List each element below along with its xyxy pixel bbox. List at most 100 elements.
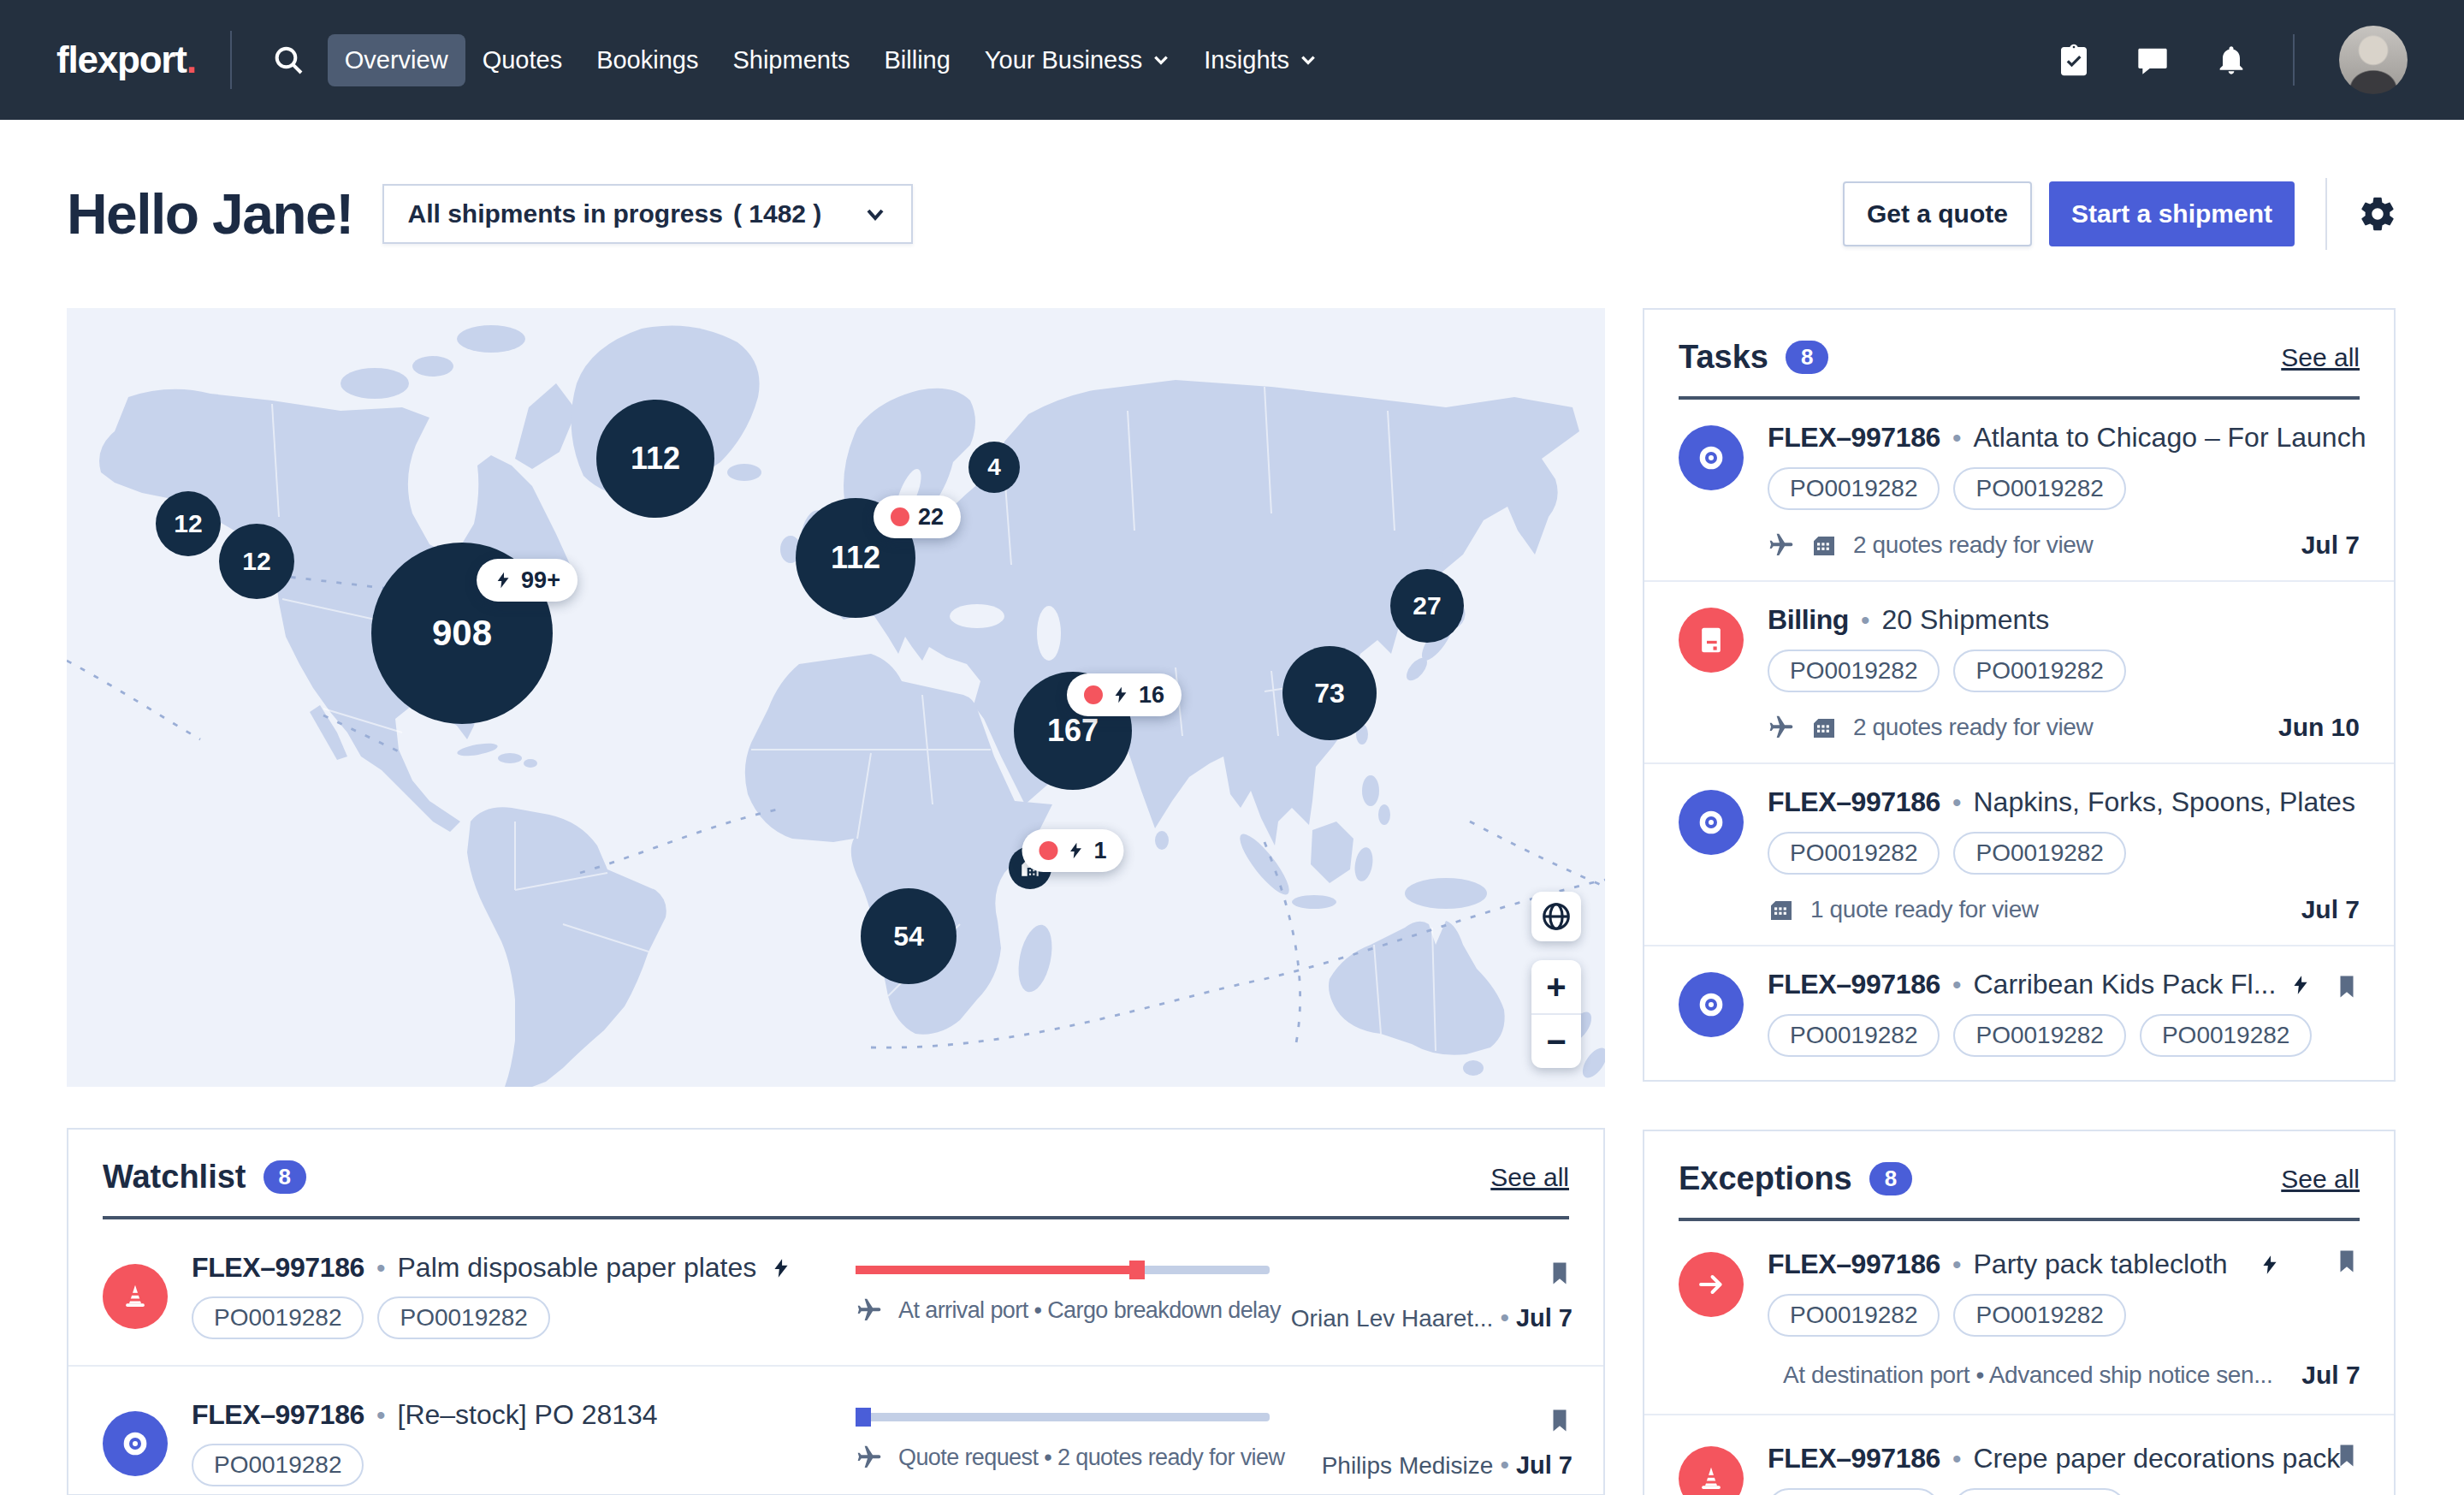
nav-item-shipments[interactable]: Shipments [715, 34, 867, 86]
tasks-clipboard-icon[interactable] [2057, 43, 2091, 77]
bolt-icon [1066, 839, 1085, 862]
get-a-quote-button[interactable]: Get a quote [1843, 181, 2032, 246]
task-row[interactable]: Billing•20 Shipments PO0019282 PO0019282… [1644, 582, 2394, 764]
exceptions-see-all-link[interactable]: See all [2281, 1165, 2360, 1194]
messages-icon[interactable] [2135, 43, 2170, 77]
page-header: Hello Jane! All shipments in progress ( … [0, 120, 2464, 308]
po-tag[interactable]: PO0019282 [1768, 1294, 1940, 1337]
flexport-logo[interactable]: flexport. [56, 39, 196, 81]
map-cluster[interactable]: 4 [968, 442, 1020, 493]
map-globe-button[interactable] [1531, 892, 1581, 941]
notifications-bell-icon[interactable] [2214, 43, 2248, 77]
eye-icon [1694, 441, 1728, 475]
plane-icon [856, 1296, 883, 1324]
settings-gear-icon[interactable] [2358, 194, 2397, 234]
chevron-down-icon [863, 202, 887, 226]
po-tag[interactable]: PO0019282 [1953, 1488, 2125, 1495]
po-tag[interactable]: PO0019282 [1768, 1488, 1940, 1495]
nav-item-quotes[interactable]: Quotes [465, 34, 580, 86]
exceptions-title: Exceptions [1679, 1160, 1852, 1197]
billing-avatar [1679, 608, 1744, 673]
shipment-progress-bar [856, 1266, 1270, 1274]
map-alert-bolt-badge: 16 [1067, 673, 1182, 716]
nav-item-billing[interactable]: Billing [867, 34, 967, 86]
bookmark-icon[interactable] [2334, 970, 2360, 1003]
po-tag[interactable]: PO0019282 [1768, 467, 1940, 510]
po-tag[interactable]: PO0019282 [1768, 650, 1940, 692]
chevron-down-icon [1300, 51, 1317, 68]
zoom-out-button[interactable]: − [1531, 1015, 1581, 1068]
po-tag[interactable]: PO0019282 [1953, 650, 2125, 692]
map-cluster[interactable]: 54 [861, 888, 957, 984]
bookmark-icon[interactable] [2334, 1439, 2360, 1472]
watchlist-title: Watchlist [103, 1159, 246, 1195]
tasks-panel: Tasks 8 See all FLEX–997186•Atlanta to C… [1643, 308, 2396, 1082]
po-tag[interactable]: PO0019282 [192, 1296, 364, 1339]
watchlist-row[interactable]: FLEX–997186•[Re–stock] PO 28134 PO001928… [68, 1367, 1603, 1495]
po-tag[interactable]: PO0019282 [377, 1296, 549, 1339]
map-zoom-controls: + − [1531, 960, 1581, 1068]
quotes-icon [1810, 714, 1838, 741]
po-tag[interactable]: PO0019282 [1953, 1014, 2125, 1057]
shipment-eye-avatar [1679, 972, 1744, 1037]
user-avatar[interactable] [2339, 26, 2408, 94]
exception-row[interactable]: FLEX–997186•Crepe paper decorations pack… [1644, 1415, 2394, 1495]
shipment-eye-avatar [1679, 790, 1744, 855]
shipment-progress-bar [856, 1413, 1270, 1421]
shipment-eye-avatar [1679, 425, 1744, 490]
watchlist-row[interactable]: FLEX–997186•Palm disposable paper plates… [68, 1219, 1603, 1367]
po-tag[interactable]: PO0019282 [2140, 1014, 2312, 1057]
arrow-right-icon [1696, 1269, 1727, 1300]
exception-cone-avatar [103, 1264, 168, 1329]
bookmark-icon[interactable] [2334, 1245, 2360, 1278]
map-cluster[interactable]: 27 [1390, 569, 1464, 643]
tasks-title: Tasks [1679, 339, 1768, 376]
po-tag[interactable]: PO0019282 [1768, 832, 1940, 875]
map-cluster[interactable]: 112 [596, 400, 714, 518]
invoice-icon [1694, 623, 1728, 657]
shipments-world-map[interactable]: 12 12 908 112 4 112 167 27 73 54 99+ [67, 308, 1605, 1087]
bolt-icon [2289, 971, 2312, 999]
shipments-filter-dropdown[interactable]: All shipments in progress ( 1482 ) [382, 184, 913, 244]
eye-icon [1694, 988, 1728, 1022]
nav-divider [230, 31, 232, 89]
nav-item-insights[interactable]: Insights [1187, 34, 1334, 86]
nav-item-your-business[interactable]: Your Business [968, 34, 1187, 86]
po-tag[interactable]: PO0019282 [1953, 832, 2125, 875]
eye-icon [1694, 805, 1728, 839]
page-title: Hello Jane! [67, 181, 353, 246]
map-cluster[interactable]: 73 [1282, 646, 1377, 740]
top-nav: flexport. Overview Quotes Bookings Shipm… [0, 0, 2464, 120]
search-icon[interactable] [266, 38, 311, 82]
task-row[interactable]: FLEX–997186•Atlanta to Chicago – For Lau… [1644, 400, 2394, 582]
plane-icon [1768, 531, 1795, 559]
tasks-see-all-link[interactable]: See all [2281, 343, 2360, 372]
exception-row[interactable]: FLEX–997186•Party pack tablecloth PO0019… [1644, 1221, 2394, 1415]
po-tag[interactable]: PO0019282 [1768, 1014, 1940, 1057]
task-row[interactable]: FLEX–997186•Napkins, Forks, Spoons, Plat… [1644, 764, 2394, 946]
map-alert-badge: 22 [874, 495, 961, 538]
exceptions-panel: Exceptions 8 See all FLEX–997186•Party p… [1643, 1130, 2396, 1495]
po-tag[interactable]: PO0019282 [1953, 467, 2125, 510]
eye-icon [118, 1427, 152, 1461]
task-row[interactable]: FLEX–997186•Carribean Kids Pack Fl... PO… [1644, 946, 2394, 1082]
zoom-in-button[interactable]: + [1531, 960, 1581, 1013]
map-bolt-badge: 99+ [477, 559, 578, 602]
watchlist-see-all-link[interactable]: See all [1490, 1163, 1569, 1192]
quotes-icon [1810, 531, 1838, 559]
nav-item-overview[interactable]: Overview [328, 34, 465, 86]
bookmark-icon[interactable] [1547, 1257, 1573, 1290]
map-cluster[interactable]: 12 [219, 524, 294, 599]
map-cluster[interactable]: 12 [156, 491, 221, 556]
chevron-down-icon [1152, 51, 1170, 68]
start-a-shipment-button[interactable]: Start a shipment [2049, 181, 2295, 246]
quotes-icon [1768, 896, 1795, 923]
po-tag[interactable]: PO0019282 [192, 1444, 364, 1486]
bookmark-icon[interactable] [1547, 1404, 1573, 1437]
nav-item-bookings[interactable]: Bookings [579, 34, 715, 86]
po-tag[interactable]: PO0019282 [1953, 1294, 2125, 1337]
alert-dot [891, 507, 909, 526]
plane-icon [856, 1444, 883, 1471]
alert-dot [1039, 841, 1057, 860]
header-divider [2325, 178, 2327, 250]
